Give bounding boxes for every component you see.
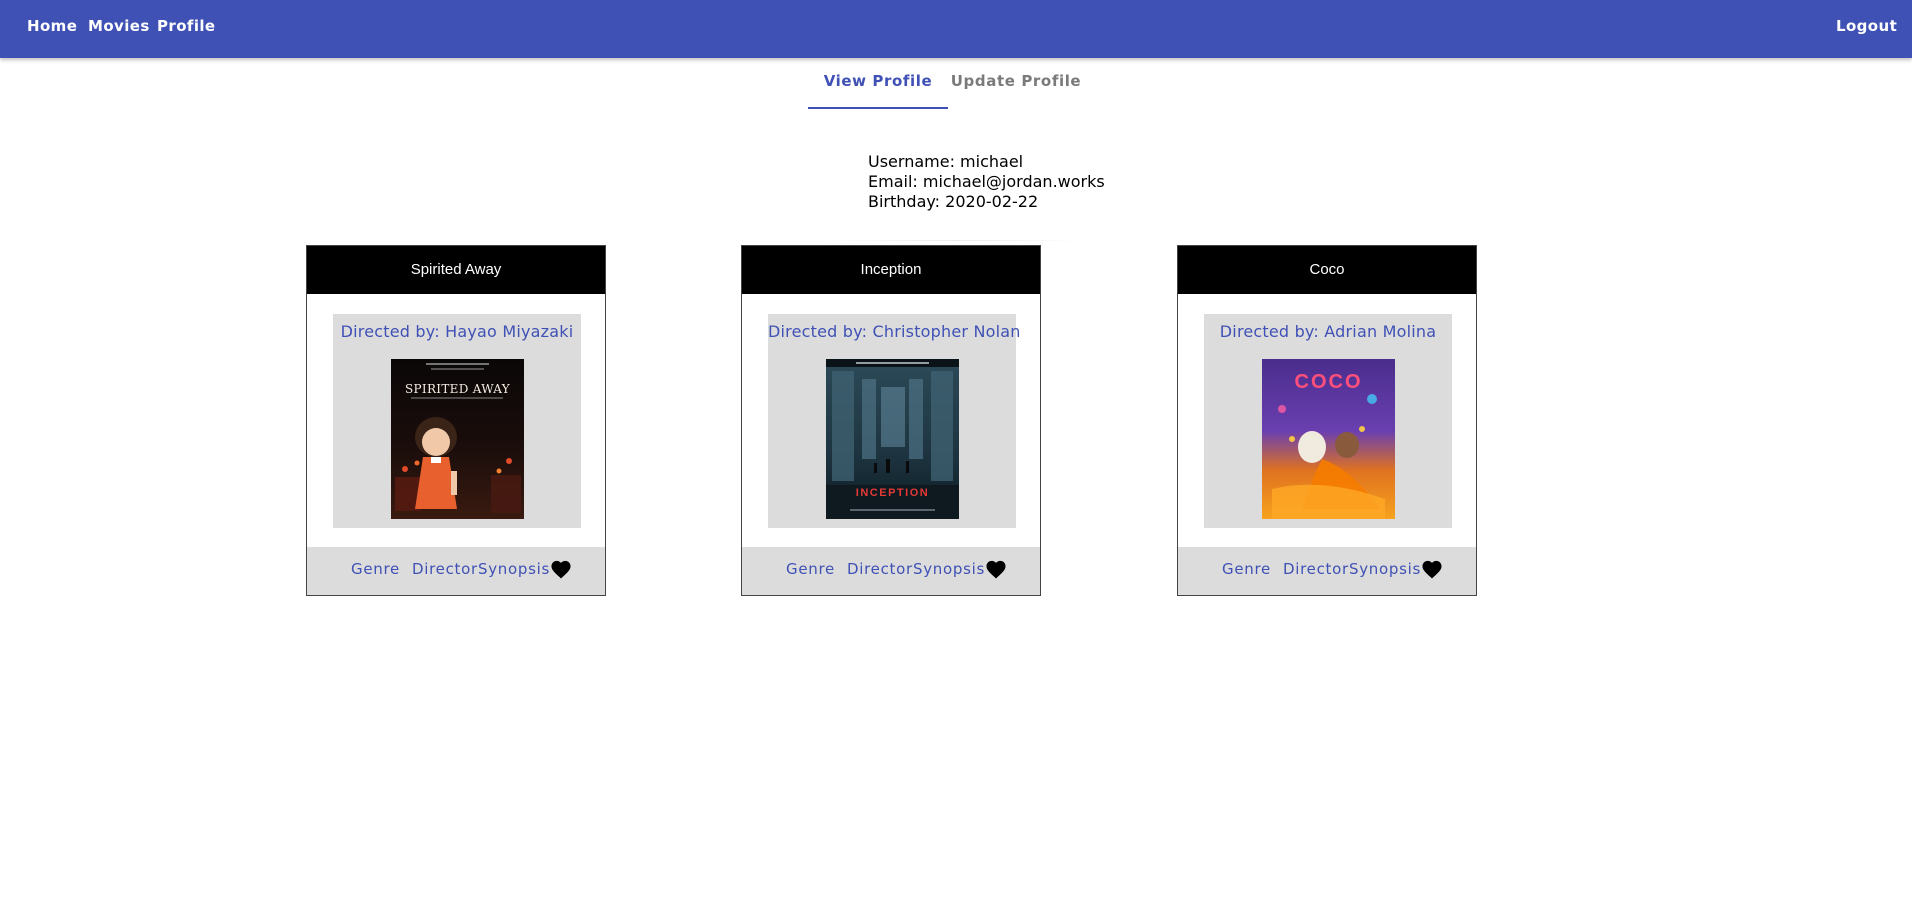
genre-button[interactable]: Genre — [1222, 547, 1271, 595]
movie-card-body: Directed by: Hayao Miyazaki SPIRITED AWA… — [333, 314, 581, 528]
poster-title-text: SPIRITED AWAY — [405, 382, 510, 396]
profile-email: Email: michael@jordan.works — [868, 172, 1105, 191]
movie-card-actions: Genre Director Synopsis — [1178, 547, 1476, 595]
movie-card-title: Inception — [742, 246, 1040, 294]
synopsis-button[interactable]: Synopsis — [478, 547, 550, 595]
nav-home-button[interactable]: Home — [27, 0, 77, 52]
logout-button[interactable]: Logout — [1836, 0, 1897, 52]
movie-card-actions: Genre Director Synopsis — [742, 547, 1040, 595]
movie-poster-image[interactable]: INCEPTION — [826, 359, 959, 519]
movie-director-text: Directed by: Adrian Molina — [1219, 322, 1437, 341]
movie-card-title: Coco — [1178, 246, 1476, 294]
profile-tabs: View Profile Update Profile — [808, 59, 1084, 109]
director-button[interactable]: Director — [1283, 547, 1349, 595]
nav-profile-button[interactable]: Profile — [157, 0, 215, 52]
divider — [826, 240, 1084, 241]
genre-button[interactable]: Genre — [351, 547, 400, 595]
heart-icon[interactable] — [1421, 559, 1443, 579]
movie-card: Coco Directed by: Adrian Molina COCO Gen… — [1177, 245, 1477, 596]
poster-title-text: INCEPTION — [855, 487, 930, 499]
movie-card-actions: Genre Director Synopsis — [307, 547, 605, 595]
movie-poster-image[interactable]: COCO — [1262, 359, 1395, 519]
synopsis-button[interactable]: Synopsis — [913, 547, 985, 595]
movie-card: Spirited Away Directed by: Hayao Miyazak… — [306, 245, 606, 596]
director-button[interactable]: Director — [412, 547, 478, 595]
nav-movies-button[interactable]: Movies — [88, 0, 150, 52]
profile-birthday: Birthday: 2020-02-22 — [868, 192, 1039, 211]
movie-poster-image[interactable]: SPIRITED AWAY — [391, 359, 524, 519]
director-button[interactable]: Director — [847, 547, 913, 595]
synopsis-button[interactable]: Synopsis — [1349, 547, 1421, 595]
movie-card-body: Directed by: Adrian Molina COCO — [1204, 314, 1452, 528]
profile-username: Username: michael — [868, 152, 1024, 171]
movie-card-title: Spirited Away — [307, 246, 605, 294]
genre-button[interactable]: Genre — [786, 547, 835, 595]
movie-card: Inception Directed by: Christopher Nolan — [741, 245, 1041, 596]
heart-icon[interactable] — [550, 559, 572, 579]
heart-icon[interactable] — [985, 559, 1007, 579]
tab-update-profile[interactable]: Update Profile — [948, 59, 1084, 107]
profile-info: Username: michael Email: michael@jordan.… — [868, 152, 1105, 212]
movie-director-text: Directed by: Hayao Miyazaki — [340, 322, 574, 341]
poster-title-text: COCO — [1294, 371, 1363, 393]
top-app-bar: Home Movies Profile Logout — [0, 0, 1912, 58]
movie-card-body: Directed by: Christopher Nolan INCEPTION — [768, 314, 1021, 528]
tab-view-profile[interactable]: View Profile — [808, 59, 948, 109]
movie-director-text: Directed by: Christopher Nolan — [768, 322, 1021, 341]
